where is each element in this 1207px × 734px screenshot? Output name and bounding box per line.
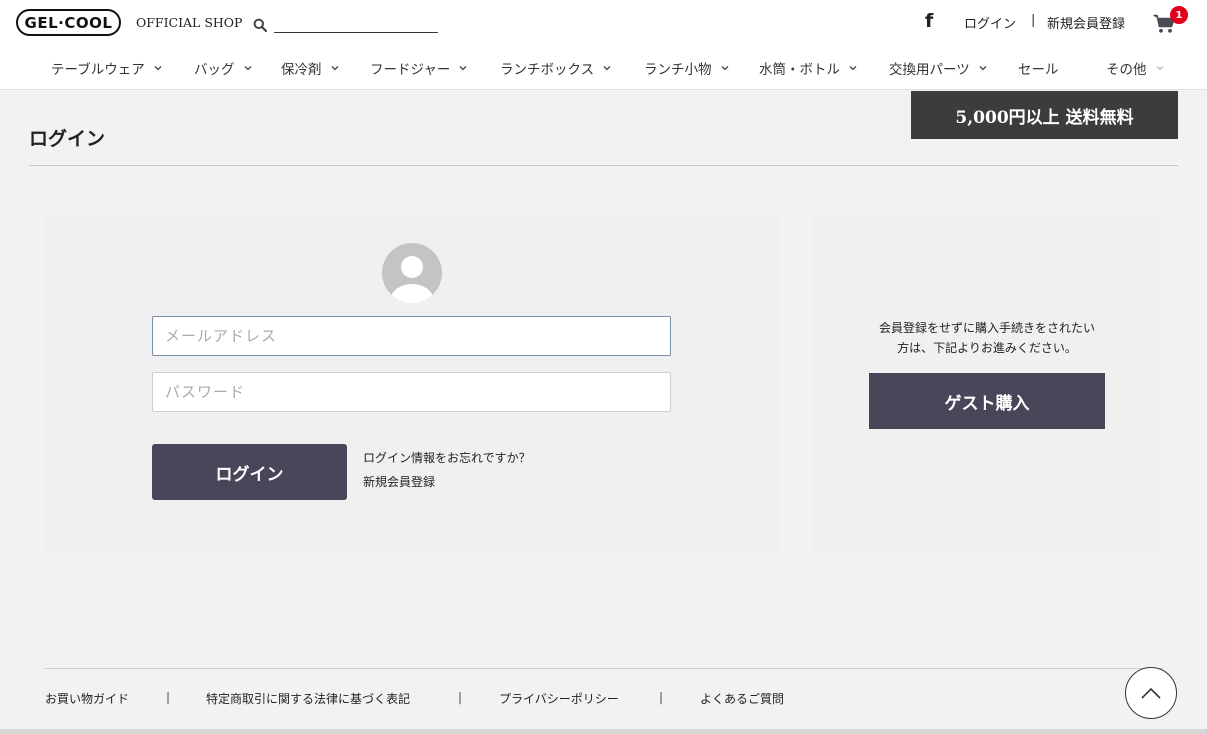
nav-item-label: バッグ (194, 62, 235, 78)
nav-item-label: 保冷剤 (281, 62, 322, 78)
user-avatar-icon (382, 243, 442, 303)
guest-text-line: 会員登録をせずに購入手続きをされたい (878, 321, 1095, 335)
login-submit-button[interactable]: ログイン (152, 444, 347, 500)
chevron-down-icon (1156, 66, 1163, 71)
chevron-down-icon (849, 66, 857, 71)
nav-item-label: 水筒・ボトル (759, 62, 840, 78)
nav-item-replacement-parts[interactable]: 交換用パーツ (889, 58, 987, 78)
header-link-separator: | (1031, 13, 1036, 28)
free-shipping-banner: 5,000円以上 送料無料 (911, 91, 1178, 139)
nav-item-tableware[interactable]: テーブルウェア (51, 58, 162, 78)
chevron-down-icon (603, 66, 611, 71)
nav-item-bags[interactable]: バッグ (194, 58, 252, 78)
footer-link-legal-notice[interactable]: 特定商取引に関する法律に基づく表記 (206, 690, 410, 707)
chevron-down-icon (459, 66, 467, 71)
guest-description: 会員登録をせずに購入手続きをされたい 方は、下記よりお進みください。 (862, 318, 1112, 358)
chevron-down-icon (979, 66, 987, 71)
nav-item-label: フードジャー (370, 62, 451, 78)
nav-item-label: 交換用パーツ (889, 62, 970, 78)
nav-item-label: ランチボックス (500, 62, 595, 78)
title-divider (29, 165, 1178, 166)
register-link[interactable]: 新規会員登録 (363, 473, 435, 490)
nav-item-label: その他 (1106, 62, 1147, 78)
nav-item-label: ランチ小物 (644, 62, 712, 78)
site-header: GEL·COOL OFFICIAL SHOP f ログイン | 新規会員登録 1… (0, 0, 1207, 90)
footer-separator: | (458, 690, 463, 704)
nav-item-sale[interactable]: セール (1018, 58, 1059, 78)
chevron-down-icon (331, 66, 338, 71)
facebook-icon[interactable]: f (925, 11, 937, 31)
nav-item-ice-packs[interactable]: 保冷剤 (281, 58, 339, 78)
search-input[interactable] (274, 14, 438, 33)
email-field[interactable] (152, 316, 671, 356)
chevron-down-icon (721, 66, 728, 71)
footer-separator: | (659, 690, 664, 704)
header-login-link[interactable]: ログイン (964, 13, 1016, 32)
nav-item-label: テーブルウェア (51, 62, 145, 78)
password-field[interactable] (152, 372, 671, 412)
nav-item-bottles[interactable]: 水筒・ボトル (759, 58, 857, 78)
header-register-link[interactable]: 新規会員登録 (1047, 13, 1125, 32)
footer-divider (45, 668, 1163, 669)
footer-link-privacy-policy[interactable]: プライバシーポリシー (499, 690, 619, 707)
chevron-up-icon (1141, 687, 1161, 699)
nav-item-lunch-accessories[interactable]: ランチ小物 (644, 58, 729, 78)
nav-item-other[interactable]: その他 (1106, 58, 1164, 78)
nav-item-food-jars[interactable]: フードジャー (370, 58, 467, 78)
site-logo[interactable]: GEL·COOL (16, 9, 121, 36)
footer-link-faq[interactable]: よくあるご質問 (700, 690, 784, 707)
page-title: ログイン (29, 128, 106, 150)
chevron-down-icon (154, 66, 162, 71)
search-icon[interactable] (253, 18, 267, 32)
nav-item-lunch-boxes[interactable]: ランチボックス (500, 58, 611, 78)
guest-checkout-button[interactable]: ゲスト購入 (869, 373, 1105, 429)
official-shop-label: OFFICIAL SHOP (136, 15, 243, 30)
chevron-down-icon (244, 66, 251, 71)
nav-item-label: セール (1018, 62, 1059, 78)
footer-link-shopping-guide[interactable]: お買い物ガイド (45, 690, 129, 707)
cart-count-badge: 1 (1170, 6, 1188, 24)
guest-text-line: 方は、下記よりお進みください。 (897, 341, 1077, 355)
forgot-password-link[interactable]: ログイン情報をお忘れですか？ (363, 449, 531, 466)
bottom-strip (0, 729, 1207, 734)
footer-separator: | (166, 690, 171, 704)
scroll-to-top-button[interactable] (1125, 667, 1177, 719)
